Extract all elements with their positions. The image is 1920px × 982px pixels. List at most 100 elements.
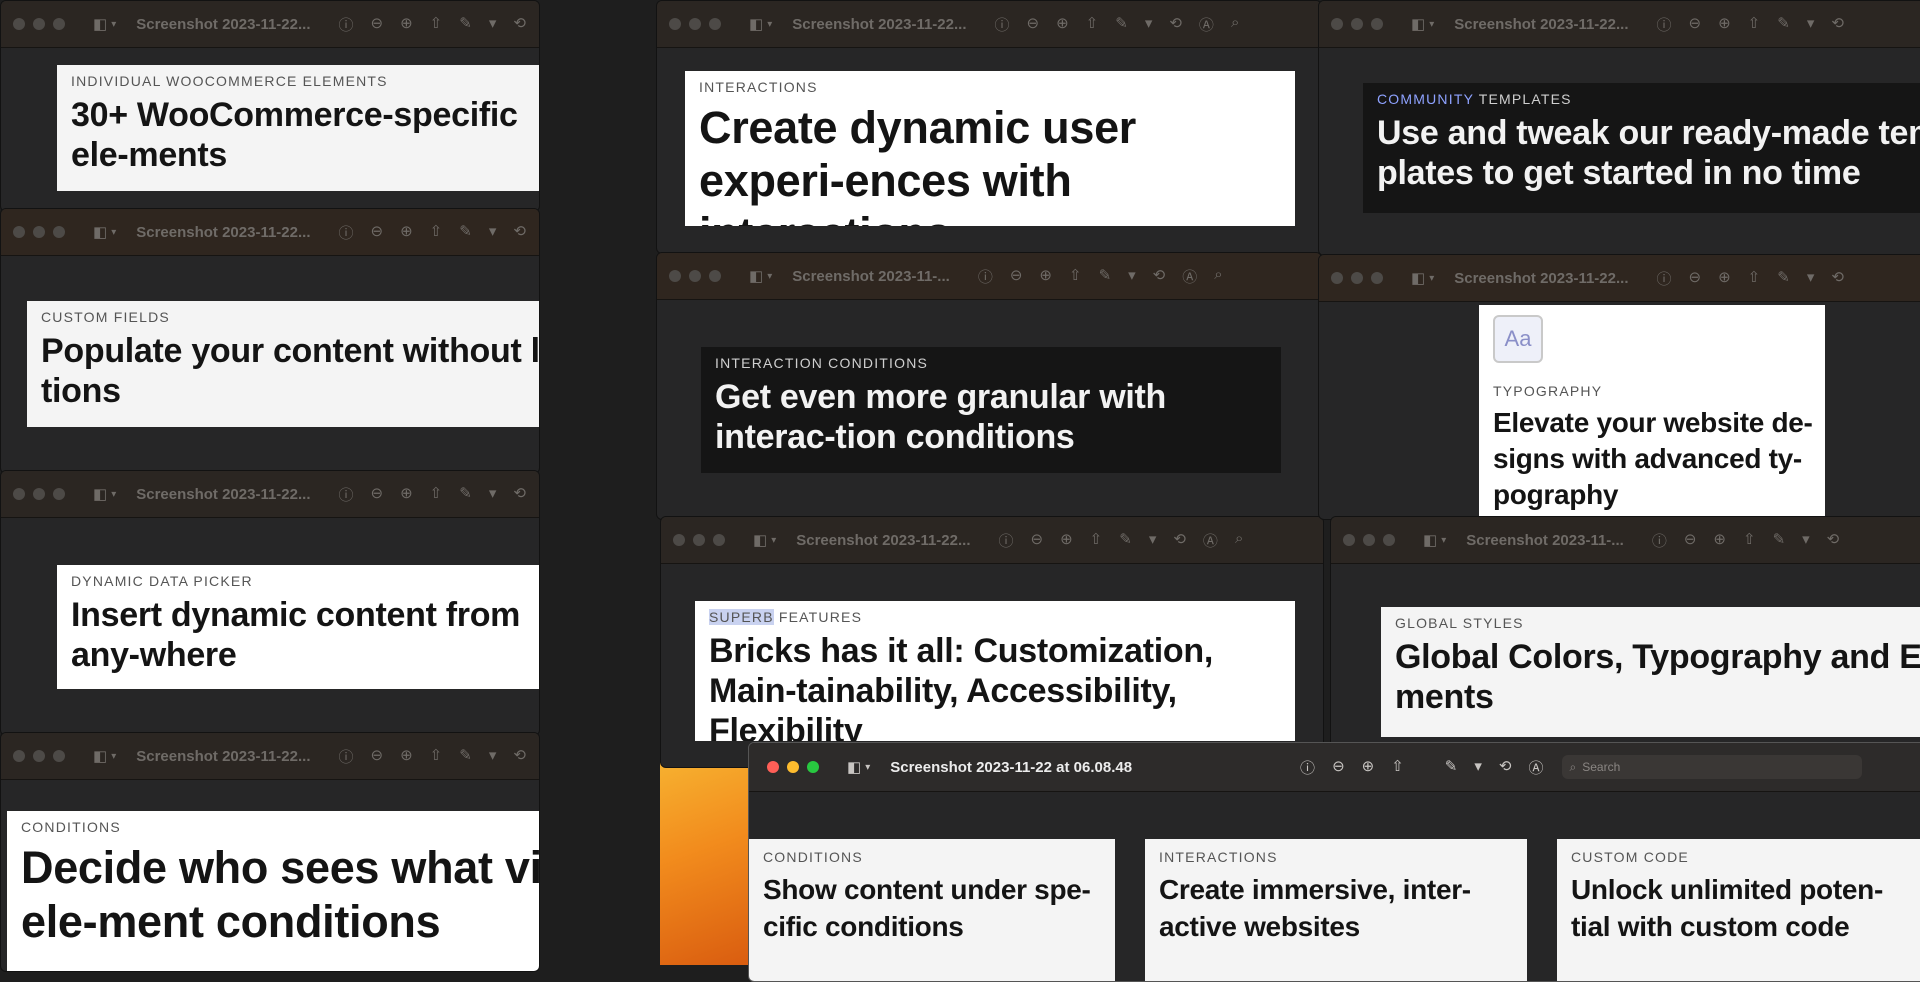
markup-icon[interactable]: ✎ [459,746,472,767]
chevron-down-icon[interactable]: ▾ [1429,273,1434,284]
zoom-in-icon[interactable]: ⊕ [1056,14,1069,35]
zoom-in-icon[interactable]: ⊕ [400,746,413,767]
zoom-out-icon[interactable]: ⊖ [1332,757,1345,778]
minimize-button[interactable] [689,270,701,282]
share-icon[interactable]: ⇧ [430,14,443,35]
chevron-down-icon[interactable]: ▾ [1145,14,1153,35]
rotate-icon[interactable]: ⟲ [1153,266,1166,287]
zoom-out-icon[interactable]: ⊖ [1689,14,1702,35]
share-icon[interactable]: ⇧ [1069,266,1082,287]
sidebar-icon[interactable]: ◧ [749,267,763,285]
preview-window[interactable]: ◧▾ Screenshot 2023-11-22... ⓘ⊖⊕⇧✎▾⟲Ⓐ⌕ DY… [0,470,540,736]
markup-icon[interactable]: ✎ [459,484,472,505]
rotate-icon[interactable]: ⟲ [1831,14,1844,35]
rotate-icon[interactable]: ⟲ [1827,530,1840,551]
sidebar-icon[interactable]: ◧ [1423,531,1437,549]
sidebar-icon[interactable]: ◧ [93,15,107,33]
close-button[interactable] [1331,272,1343,284]
preview-window[interactable]: ◧ ▾ Screenshot 2023-11-22... ⓘ ⊖ ⊕ ⇧ ✎ ▾ ⟲ Ⓐ ⌕ SU… [660,516,1324,768]
sidebar-icon[interactable]: ◧ [1411,15,1425,33]
zoom-button[interactable] [53,750,65,762]
annotate-icon[interactable]: Ⓐ [1199,14,1214,35]
annotate-icon[interactable]: Ⓐ [1182,266,1197,287]
rotate-icon[interactable]: ⟲ [1173,530,1186,551]
chevron-down-icon[interactable]: ▾ [111,489,116,500]
zoom-out-icon[interactable]: ⊖ [371,14,384,35]
preview-window[interactable]: ◧ ▾ Screenshot 2023-11-22... ⓘ ⊖ ⊕ ⇧ ✎ ▾ ⟲ Ⓐ ⌕ IN… [656,0,1322,254]
zoom-out-icon[interactable]: ⊖ [371,746,384,767]
minimize-button[interactable] [689,18,701,30]
minimize-button[interactable] [33,750,45,762]
chevron-down-icon[interactable]: ▾ [111,227,116,238]
annotate-icon[interactable]: Ⓐ [1528,757,1543,778]
close-button[interactable] [13,750,25,762]
preview-window[interactable]: ◧ ▾ Screenshot 2023-11-... ⓘ ⊖ ⊕ ⇧ ✎ ▾ ⟲ GLOBAL… [1330,516,1920,776]
zoom-in-icon[interactable]: ⊕ [400,14,413,35]
sidebar-icon[interactable]: ◧ [93,747,107,765]
info-icon[interactable]: ⓘ [994,14,1009,35]
chevron-down-icon[interactable]: ▾ [111,19,116,30]
sidebar-icon[interactable]: ◧ [749,15,763,33]
chevron-down-icon[interactable]: ▾ [489,14,497,35]
zoom-in-icon[interactable]: ⊕ [1060,530,1073,551]
share-icon[interactable]: ⇧ [1086,14,1099,35]
chevron-down-icon[interactable]: ▾ [1807,268,1815,289]
share-icon[interactable]: ⇧ [430,484,443,505]
info-icon[interactable]: ⓘ [338,14,353,35]
share-icon[interactable]: ⇧ [430,222,443,243]
zoom-in-icon[interactable]: ⊕ [1362,757,1375,778]
close-button[interactable] [673,534,685,546]
minimize-button[interactable] [33,18,45,30]
zoom-out-icon[interactable]: ⊖ [1010,266,1023,287]
chevron-down-icon[interactable]: ▾ [489,746,497,767]
zoom-button[interactable] [1371,272,1383,284]
zoom-button[interactable] [1383,534,1395,546]
sidebar-icon[interactable]: ◧ [753,531,767,549]
info-icon[interactable]: ⓘ [1300,757,1315,778]
zoom-button[interactable] [53,18,65,30]
zoom-button[interactable] [807,761,819,773]
info-icon[interactable]: ⓘ [1652,530,1667,551]
minimize-button[interactable] [1351,272,1363,284]
chevron-down-icon[interactable]: ▾ [1802,530,1810,551]
close-button[interactable] [13,18,25,30]
rotate-icon[interactable]: ⟲ [1831,268,1844,289]
share-icon[interactable]: ⇧ [1748,14,1761,35]
rotate-icon[interactable]: ⟲ [1499,757,1512,778]
sidebar-icon[interactable]: ◧ [93,223,107,241]
search-icon[interactable]: ⌕ [1235,530,1243,551]
zoom-out-icon[interactable]: ⊖ [1689,268,1702,289]
preview-window[interactable]: ◧▾ Screenshot 2023-11-22... ⓘ⊖⊕⇧✎▾⟲Ⓐ⌕ CO… [0,732,540,972]
zoom-in-icon[interactable]: ⊕ [1039,266,1052,287]
close-button[interactable] [13,488,25,500]
zoom-button[interactable] [713,534,725,546]
chevron-down-icon[interactable]: ▾ [1149,530,1157,551]
markup-icon[interactable]: ✎ [459,14,472,35]
minimize-button[interactable] [1351,18,1363,30]
chevron-down-icon[interactable]: ▾ [1474,757,1482,778]
rotate-icon[interactable]: ⟲ [513,222,526,243]
preview-window[interactable]: ◧ ▾ Screenshot 2023-11-22... ⓘ ⊖ ⊕ ⇧ ✎ ▾ ⟲ COMM… [1318,0,1920,256]
search-input[interactable]: ⌕ Search [1561,755,1862,779]
share-icon[interactable]: ⇧ [430,746,443,767]
preview-window[interactable]: ◧ ▾ Screenshot 2023-11-... ⓘ ⊖ ⊕ ⇧ ✎ ▾ ⟲ Ⓐ ⌕ INTE… [656,252,1322,520]
zoom-in-icon[interactable]: ⊕ [1718,268,1731,289]
chevron-down-icon[interactable]: ▾ [1807,14,1815,35]
chevron-down-icon[interactable]: ▾ [489,222,497,243]
zoom-in-icon[interactable]: ⊕ [1718,14,1731,35]
markup-icon[interactable]: ✎ [1099,266,1112,287]
markup-icon[interactable]: ✎ [1777,268,1790,289]
info-icon[interactable]: ⓘ [1656,14,1671,35]
chevron-down-icon[interactable]: ▾ [489,484,497,505]
zoom-out-icon[interactable]: ⊖ [1027,14,1040,35]
info-icon[interactable]: ⓘ [338,222,353,243]
close-button[interactable] [767,761,779,773]
info-icon[interactable]: ⓘ [338,484,353,505]
sidebar-icon[interactable]: ◧ [847,758,861,776]
markup-icon[interactable]: ✎ [459,222,472,243]
minimize-button[interactable] [693,534,705,546]
sidebar-icon[interactable]: ◧ [1411,269,1425,287]
rotate-icon[interactable]: ⟲ [513,484,526,505]
close-button[interactable] [669,270,681,282]
rotate-icon[interactable]: ⟲ [513,746,526,767]
